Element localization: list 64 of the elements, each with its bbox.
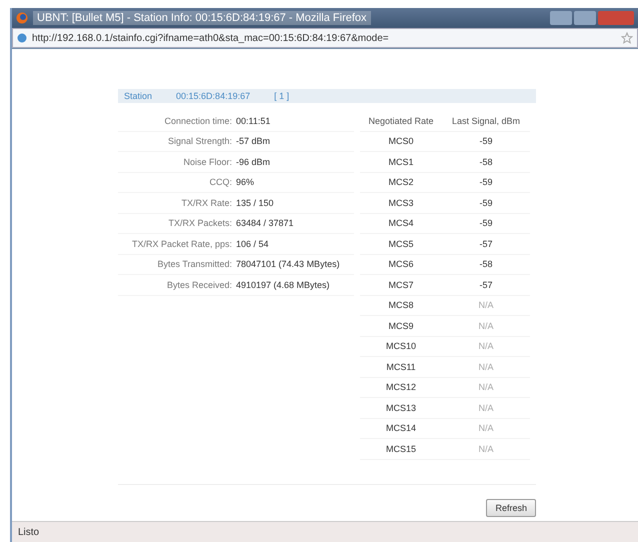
column-header: Last Signal, dBm <box>450 116 522 126</box>
info-value: 135 / 150 <box>236 198 274 208</box>
rate-cell-text: MCS0 <box>387 136 414 146</box>
rate-cell-text: MCS3 <box>387 198 414 208</box>
signal-cell-text: -57 <box>478 280 494 290</box>
info-label: CCQ: <box>208 177 233 188</box>
signal-cell-text: N/A <box>477 320 494 331</box>
status-text: Listo <box>18 526 40 538</box>
info-label: TX/RX Rate: <box>180 198 233 208</box>
signal-cell-text: N/A <box>477 300 494 310</box>
rate-cell-text: MCS7 <box>387 280 414 290</box>
info-label: Bytes Received: <box>166 280 233 290</box>
info-label: Connection time: <box>163 116 233 126</box>
info-value: 106 / 54 <box>236 238 269 249</box>
signal-cell-text: -59 <box>478 177 494 188</box>
star-icon[interactable] <box>621 32 633 44</box>
rate-cell-text: MCS10 <box>384 341 417 352</box>
rate-cell-text: MCS5 <box>387 238 414 249</box>
info-value: 78047101 (74.43 MBytes) <box>236 259 340 270</box>
info-value: 96% <box>236 177 254 188</box>
rate-cell-text: MCS8 <box>387 300 414 310</box>
rate-cell-text: MCS12 <box>384 382 417 392</box>
rate-cell-text: MCS6 <box>387 259 414 270</box>
signal-cell-text: N/A <box>477 402 494 413</box>
rate-cell-text: MCS14 <box>384 423 417 434</box>
column-header: Negotiated Rate <box>367 116 435 126</box>
station-label: Station <box>124 91 152 101</box>
signal-cell-text: -58 <box>478 259 494 270</box>
window-title: UBNT: [Bullet M5] - Station Info: 00:15:6D:84:19:67 - Mozilla Firefox <box>33 11 371 25</box>
signal-cell-text: -59 <box>478 198 494 208</box>
rate-cell-text: MCS11 <box>385 362 417 372</box>
mac-address: 00:15:6D:84:19:67 <box>176 91 250 101</box>
maximize-button[interactable] <box>574 11 596 25</box>
rate-cell-text: MCS4 <box>387 218 414 228</box>
info-label: TX/RX Packets: <box>167 218 233 228</box>
signal-cell-text: N/A <box>477 341 494 352</box>
rate-cell-text: MCS9 <box>387 320 414 331</box>
info-value: 63484 / 37871 <box>236 218 294 228</box>
url-text: http://192.168.0.1/stainfo.cgi?ifname=ath0&sta_mac=00:15:6D:84:19:67&mode= <box>32 32 389 44</box>
info-value: -57 dBm <box>236 136 270 146</box>
refresh-button[interactable]: Refresh <box>486 498 536 516</box>
signal-cell-text: -59 <box>478 218 494 228</box>
signal-cell-text: N/A <box>477 423 494 434</box>
signal-cell-text: -58 <box>478 156 494 167</box>
signal-cell-text: -57 <box>478 238 494 249</box>
close-button[interactable] <box>598 11 634 25</box>
info-label: TX/RX Packet Rate, pps: <box>130 238 233 249</box>
info-value: -96 dBm <box>236 156 270 167</box>
signal-cell-text: N/A <box>477 362 494 372</box>
rate-cell-text: MCS15 <box>384 444 417 454</box>
minimize-button[interactable] <box>550 11 572 25</box>
info-label: Noise Floor: <box>182 156 233 167</box>
signal-cell-text: N/A <box>477 444 494 454</box>
address-bar[interactable]: http://192.168.0.1/stainfo.cgi?ifname=ath0&sta_mac=00:15:6D:84:19:67&mode= <box>12 28 638 48</box>
rate-cell-text: MCS1 <box>387 156 414 167</box>
info-value: 00:11:51 <box>236 116 270 126</box>
rate-cell-text: MCS2 <box>387 177 414 188</box>
station-count: [ 1 ] <box>274 91 290 101</box>
info-value: 4910197 (4.68 MBytes) <box>236 280 330 290</box>
signal-cell-text: -59 <box>478 136 494 146</box>
rate-cell-text: MCS13 <box>384 402 417 413</box>
info-label: Signal Strength: <box>166 136 233 146</box>
info-label: Bytes Transmitted: <box>156 259 233 270</box>
signal-cell-text: N/A <box>477 382 494 392</box>
